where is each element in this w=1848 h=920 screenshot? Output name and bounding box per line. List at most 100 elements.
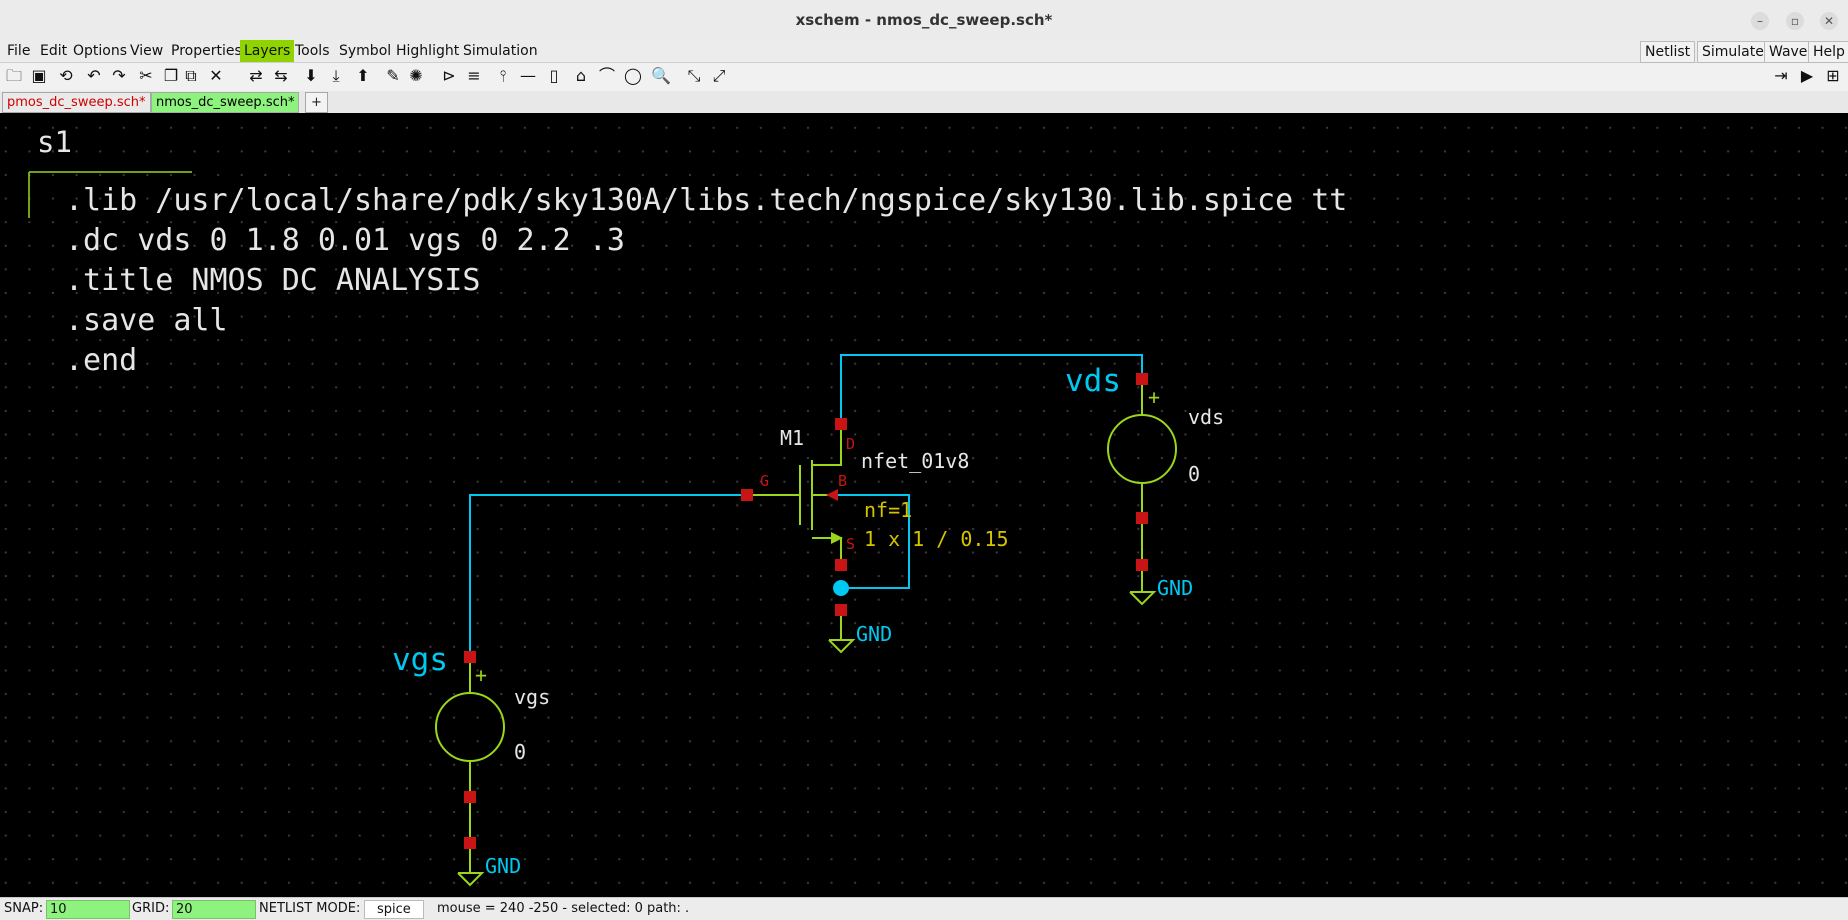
menu-simulation[interactable]: Simulation bbox=[459, 40, 542, 62]
pin-label-b: B bbox=[838, 472, 847, 490]
pin-label-s: S bbox=[846, 535, 855, 553]
pin-label-g: G bbox=[760, 472, 769, 490]
descend-icon[interactable]: ⬇ bbox=[300, 65, 322, 87]
menu-properties[interactable]: Properties bbox=[167, 40, 246, 62]
vgs-source-name: vgs bbox=[514, 685, 550, 709]
menu-symbol[interactable]: Symbol bbox=[335, 40, 395, 62]
snap-label: SNAP: bbox=[4, 901, 44, 916]
zoom-full-icon[interactable]: ⤢ bbox=[708, 65, 730, 87]
tab-bar: pmos_dc_sweep.sch* nmos_dc_sweep.sch* + bbox=[0, 91, 1848, 114]
pin-marker-vgs-minus bbox=[464, 791, 476, 803]
menu-file[interactable]: File bbox=[3, 40, 34, 62]
junction-dot bbox=[833, 580, 849, 596]
undo-icon[interactable]: ↶ bbox=[83, 65, 105, 87]
duplicate-icon[interactable]: ⇆ bbox=[270, 65, 292, 87]
vds-net-label[interactable]: vds bbox=[1065, 363, 1121, 399]
netlist-icon[interactable]: ⇥ bbox=[1770, 65, 1792, 87]
menu-highlight[interactable]: Highlight bbox=[392, 40, 463, 62]
menu-tools[interactable]: Tools bbox=[291, 40, 334, 62]
delete-icon[interactable]: ✕ bbox=[205, 65, 227, 87]
ground-symbol[interactable] bbox=[457, 843, 485, 887]
zoom-in-icon[interactable]: ⤡ bbox=[683, 65, 705, 87]
pin-markers bbox=[464, 373, 1148, 849]
rectangle-icon[interactable]: ▯ bbox=[543, 65, 565, 87]
copy-icon[interactable]: ❐ bbox=[160, 65, 182, 87]
tab-pmos-dc-sweep[interactable]: pmos_dc_sweep.sch* bbox=[2, 92, 151, 113]
gnd-label: GND bbox=[856, 622, 892, 646]
pin-marker-gnd bbox=[1136, 559, 1148, 571]
maximize-icon[interactable]: ▫ bbox=[1786, 12, 1804, 30]
minimize-icon[interactable]: – bbox=[1751, 12, 1769, 30]
vds-plus-sign: + bbox=[1148, 385, 1160, 409]
status-bar: SNAP: 10 GRID: 20 NETLIST MODE: spice mo… bbox=[0, 897, 1848, 920]
pin-marker-vds-plus bbox=[1136, 373, 1148, 385]
menu-bar: File Edit Options View Properties Layers… bbox=[0, 40, 1848, 63]
vgs-source-symbol[interactable] bbox=[435, 657, 505, 843]
pin-marker-source bbox=[835, 559, 847, 571]
vgs-source-value: 0 bbox=[514, 740, 526, 764]
status-info: mouse = 240 -250 - selected: 0 path: . bbox=[437, 901, 690, 916]
line-icon[interactable]: — bbox=[517, 65, 539, 87]
snap-input[interactable]: 10 bbox=[46, 900, 130, 919]
window-titlebar: xschem - nmos_dc_sweep.sch* – ▫ ✕ bbox=[0, 0, 1848, 41]
toolbar: 🗀 ▣ ⟲ ↶ ↷ ✂ ❐ ⧉ ✕ ⇄ ⇆ ⬇ ⤓ ⬆ ✎ ✺ ⊳ ≡ ⫯ — … bbox=[0, 63, 1848, 92]
pin-marker-vds-minus bbox=[1136, 512, 1148, 524]
simulate-icon[interactable]: ▶ bbox=[1796, 65, 1818, 87]
tab-nmos-dc-sweep[interactable]: nmos_dc_sweep.sch* bbox=[151, 92, 300, 113]
code-line: .save all bbox=[65, 303, 228, 338]
descend-symbol-icon[interactable]: ⤓ bbox=[325, 65, 347, 87]
save-icon[interactable]: ▣ bbox=[28, 65, 50, 87]
reload-icon[interactable]: ⟲ bbox=[55, 65, 77, 87]
open-folder-icon[interactable]: 🗀 bbox=[3, 65, 25, 87]
vgs-net-label[interactable]: vgs bbox=[392, 642, 448, 678]
gnd-label: GND bbox=[485, 854, 521, 878]
polygon-icon[interactable]: ⌂ bbox=[570, 65, 592, 87]
code-line: .lib /usr/local/share/pdk/sky130A/libs.t… bbox=[65, 183, 1347, 218]
paste-icon[interactable]: ⧉ bbox=[180, 65, 202, 87]
waves-icon[interactable]: ⊞ bbox=[1822, 65, 1844, 87]
transistor-size: 1 x 1 / 0.15 bbox=[864, 527, 1009, 551]
menu-view[interactable]: View bbox=[126, 40, 167, 62]
vds-source-value: 0 bbox=[1188, 462, 1200, 486]
wires bbox=[469, 354, 1143, 657]
help-button[interactable]: Help bbox=[1808, 41, 1848, 63]
menu-options[interactable]: Options bbox=[69, 40, 131, 62]
pin-label-icon[interactable]: ≡ bbox=[463, 65, 485, 87]
circle-icon[interactable]: ◯ bbox=[622, 65, 644, 87]
menu-edit[interactable]: Edit bbox=[36, 40, 71, 62]
cut-icon[interactable]: ✂ bbox=[135, 65, 157, 87]
pin-label-d: D bbox=[846, 435, 855, 453]
pin-marker-gnd bbox=[835, 604, 847, 616]
code-block-name: s1 bbox=[37, 125, 72, 159]
vds-source-name: vds bbox=[1188, 405, 1224, 429]
zoom-icon[interactable]: 🔍 bbox=[650, 65, 672, 87]
schematic-canvas[interactable]: s1 .lib /usr/local/share/pdk/sky130A/lib… bbox=[0, 113, 1848, 897]
code-line: .title NMOS DC ANALYSIS bbox=[65, 263, 480, 298]
pin-marker-vgs-plus bbox=[464, 651, 476, 663]
wire-gate-vgs[interactable] bbox=[469, 494, 747, 657]
menu-layers[interactable]: Layers bbox=[240, 40, 295, 62]
move-icon[interactable]: ⇄ bbox=[245, 65, 267, 87]
netlist-mode-label: NETLIST MODE: bbox=[259, 901, 361, 916]
add-tab-button[interactable]: + bbox=[305, 92, 328, 113]
netlist-mode-select[interactable]: spice bbox=[364, 900, 424, 919]
grid-label: GRID: bbox=[132, 901, 170, 916]
window-title: xschem - nmos_dc_sweep.sch* bbox=[795, 11, 1053, 29]
redo-icon[interactable]: ↷ bbox=[108, 65, 130, 87]
close-icon[interactable]: ✕ bbox=[1820, 12, 1838, 30]
simulate-button[interactable]: Simulate bbox=[1697, 41, 1769, 63]
pin-marker-gnd bbox=[464, 837, 476, 849]
insert-symbol-icon[interactable]: ⊳ bbox=[438, 65, 460, 87]
ascend-icon[interactable]: ⬆ bbox=[352, 65, 374, 87]
wire-icon[interactable]: ✎ bbox=[382, 65, 404, 87]
probe-icon[interactable]: ⫯ bbox=[492, 65, 514, 87]
ground-symbol[interactable] bbox=[828, 610, 856, 654]
arc-icon[interactable]: ⌒ bbox=[596, 65, 618, 87]
transistor-name: M1 bbox=[780, 426, 804, 450]
netlist-button[interactable]: Netlist bbox=[1640, 41, 1696, 63]
highlight-icon[interactable]: ✺ bbox=[405, 65, 427, 87]
pin-marker-gate bbox=[741, 489, 753, 501]
gnd-label: GND bbox=[1157, 576, 1193, 600]
pin-marker-drain bbox=[835, 418, 847, 430]
grid-input[interactable]: 20 bbox=[172, 900, 256, 919]
